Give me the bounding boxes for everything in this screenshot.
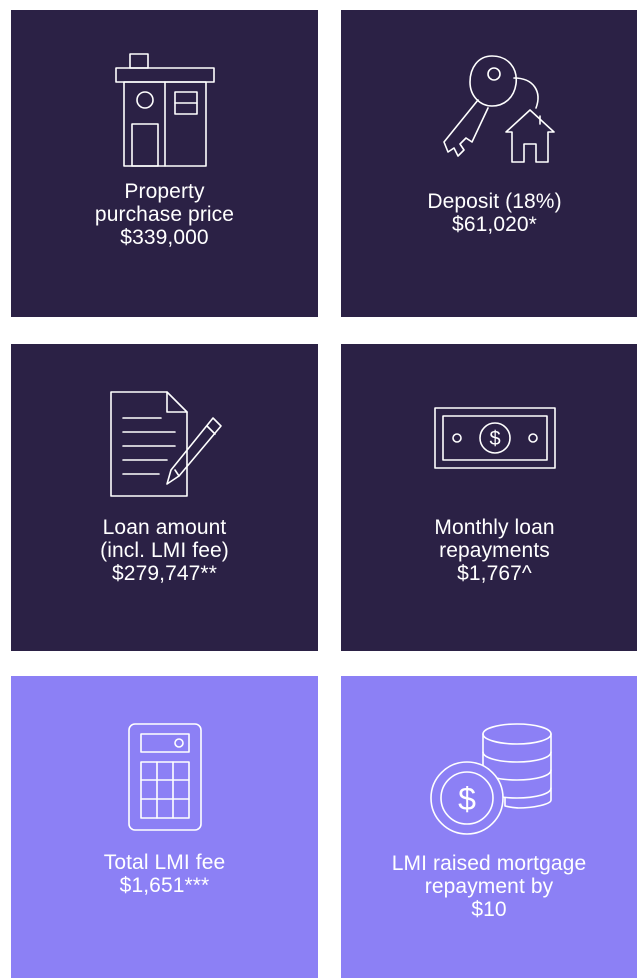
deposit-tile: Deposit (18%) $61,020* (341, 10, 637, 317)
caption-line: Total LMI fee (103, 851, 226, 874)
lmi-raised-repayment-tile: $ LMI raised mortgage repayment by $10 (341, 676, 637, 978)
caption-line: Property (124, 180, 205, 203)
calculator-icon (127, 723, 202, 831)
caption-line: purchase price (94, 203, 235, 226)
caption-line: (incl. LMI fee) (100, 539, 229, 562)
monthly-repayments-tile: $ Monthly loan repayments $1,767^ (341, 344, 637, 651)
caption-line: Monthly loan (434, 516, 555, 539)
caption-value: $10 (471, 898, 507, 921)
loan-amount-caption: Loan amount (incl. LMI fee) $279,747** (11, 516, 318, 585)
caption-value: $339,000 (120, 226, 209, 249)
caption-line: repayment by (424, 875, 554, 898)
property-price-caption: Property purchase price $339,000 (11, 180, 318, 249)
document-pen-icon (109, 391, 222, 497)
house-icon (114, 53, 215, 167)
coin-stack-icon: $ (430, 723, 552, 835)
caption-value: $1,767^ (457, 562, 532, 585)
house-key-icon (442, 55, 555, 163)
caption-value: $1,651*** (119, 874, 210, 897)
caption-line: repayments (439, 539, 550, 562)
caption-line: LMI raised mortgage (391, 852, 587, 875)
caption-line: Loan amount (102, 516, 227, 539)
property-price-tile: Property purchase price $339,000 (11, 10, 318, 317)
caption-value: $61,020* (452, 213, 537, 236)
deposit-caption: Deposit (18%) $61,020* (341, 190, 637, 236)
banknote-icon: $ (433, 407, 556, 469)
svg-text:$: $ (489, 428, 500, 450)
loan-amount-tile: Loan amount (incl. LMI fee) $279,747** (11, 344, 318, 651)
monthly-repayments-caption: Monthly loan repayments $1,767^ (341, 516, 637, 585)
caption-line: Deposit (18%) (427, 190, 562, 213)
svg-text:$: $ (458, 781, 476, 817)
caption-value: $279,747** (112, 562, 217, 585)
total-lmi-fee-tile: Total LMI fee $1,651*** (11, 676, 318, 978)
total-lmi-fee-caption: Total LMI fee $1,651*** (11, 851, 318, 897)
lmi-raised-repayment-caption: LMI raised mortgage repayment by $10 (341, 852, 637, 921)
